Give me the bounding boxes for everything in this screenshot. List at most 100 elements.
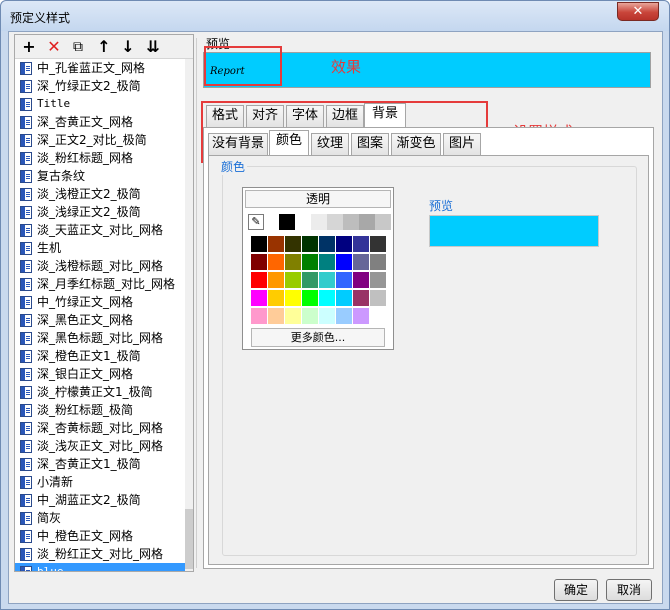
scrollbar-thumb[interactable] (185, 509, 193, 569)
add-icon[interactable]: + (19, 37, 39, 57)
import-icon[interactable]: ⇊ (143, 37, 163, 57)
color-swatch[interactable] (302, 236, 318, 252)
list-item[interactable]: 淡_浅橙标题_对比_网格 (15, 257, 185, 275)
list-item[interactable]: 淡_浅绿正文2_极简 (15, 203, 185, 221)
color-swatch[interactable] (319, 236, 335, 252)
color-swatch[interactable] (279, 214, 295, 230)
list-item[interactable]: 中_橙色正文_网格 (15, 527, 185, 545)
color-swatch[interactable] (336, 272, 352, 288)
list-item[interactable]: 复古条纹 (15, 167, 185, 185)
list-item[interactable]: Title (15, 95, 185, 113)
list-item-label: 深_黑色标题_对比_网格 (37, 331, 164, 345)
color-swatch[interactable] (359, 214, 375, 230)
subtab-texture[interactable]: 纹理 (311, 133, 349, 155)
delete-icon[interactable]: ✕ (44, 37, 64, 57)
more-colors-button[interactable]: 更多颜色... (251, 328, 385, 347)
list-item[interactable]: 深_杏黄正文_网格 (15, 113, 185, 131)
color-swatch[interactable] (268, 272, 284, 288)
color-swatch[interactable] (319, 308, 335, 324)
list-item[interactable]: 中_竹绿正文_网格 (15, 293, 185, 311)
color-swatch[interactable] (285, 254, 301, 270)
color-swatch[interactable] (336, 254, 352, 270)
color-swatch[interactable] (251, 254, 267, 270)
subtab-color[interactable]: 颜色 (269, 130, 309, 156)
list-item[interactable]: 淡_粉红标题_极简 (15, 401, 185, 419)
color-swatch[interactable] (302, 272, 318, 288)
list-item[interactable]: 淡_粉红标题_网格 (15, 149, 185, 167)
list-item[interactable]: 深_杏黄标题_对比_网格 (15, 419, 185, 437)
subtab-no-background[interactable]: 没有背景 (208, 133, 268, 155)
color-swatch[interactable] (268, 236, 284, 252)
color-swatch[interactable] (353, 236, 369, 252)
color-swatch[interactable] (370, 254, 386, 270)
color-swatch[interactable] (370, 272, 386, 288)
list-item[interactable]: 小清新 (15, 473, 185, 491)
list-item[interactable]: 淡_粉红正文_对比_网格 (15, 545, 185, 563)
transparent-button[interactable]: 透明 (245, 190, 391, 208)
color-swatch[interactable] (302, 308, 318, 324)
list-item[interactable]: 深_正文2_对比_极简 (15, 131, 185, 149)
subtab-image[interactable]: 图片 (443, 133, 481, 155)
cancel-button[interactable]: 取消 (606, 579, 652, 601)
list-item[interactable]: 深_竹绿正文2_极简 (15, 77, 185, 95)
color-swatch[interactable] (302, 290, 318, 306)
color-swatch[interactable] (268, 290, 284, 306)
copy-icon[interactable]: ⧉ (68, 37, 88, 57)
color-swatch[interactable] (251, 290, 267, 306)
color-swatch[interactable] (285, 236, 301, 252)
color-swatch[interactable] (295, 214, 311, 230)
color-swatch[interactable] (251, 308, 267, 324)
color-swatch[interactable] (353, 308, 369, 324)
list-item-label: 小清新 (37, 475, 74, 489)
color-swatch[interactable] (353, 272, 369, 288)
subtab-pattern[interactable]: 图案 (351, 133, 389, 155)
list-item[interactable]: 中_湖蓝正文2_极简 (15, 491, 185, 509)
move-down-icon[interactable]: ↓ (118, 37, 138, 57)
color-swatch[interactable] (370, 236, 386, 252)
list-item[interactable]: 深_橙色正文1_极简 (15, 347, 185, 365)
style-list-scrollbar[interactable] (185, 59, 193, 571)
color-swatch[interactable] (319, 290, 335, 306)
list-item[interactable]: 深_银白正文_网格 (15, 365, 185, 383)
color-swatch[interactable] (336, 308, 352, 324)
color-swatch[interactable] (353, 290, 369, 306)
color-swatch[interactable] (311, 214, 327, 230)
list-item[interactable]: 深_黑色标题_对比_网格 (15, 329, 185, 347)
color-swatch[interactable] (353, 254, 369, 270)
color-swatch[interactable] (251, 236, 267, 252)
color-swatch[interactable] (251, 272, 267, 288)
close-button[interactable]: ✕ (617, 2, 659, 21)
list-item[interactable]: blue (15, 563, 185, 571)
color-swatch[interactable] (319, 254, 335, 270)
panel-splitter[interactable] (196, 38, 197, 568)
color-swatch[interactable] (319, 272, 335, 288)
color-swatch[interactable] (343, 214, 359, 230)
eyedropper-icon[interactable]: ✎ (248, 214, 264, 230)
list-item[interactable]: 淡_天蓝正文_对比_网格 (15, 221, 185, 239)
color-swatch[interactable] (285, 290, 301, 306)
color-swatch[interactable] (370, 290, 386, 306)
list-item[interactable]: 深_黑色正文_网格 (15, 311, 185, 329)
list-item[interactable]: 深_月季红标题_对比_网格 (15, 275, 185, 293)
color-swatch[interactable] (336, 290, 352, 306)
subtab-gradient[interactable]: 渐变色 (391, 133, 441, 155)
color-swatch[interactable] (336, 236, 352, 252)
color-swatch[interactable] (285, 272, 301, 288)
list-item[interactable]: 生机 (15, 239, 185, 257)
color-swatch[interactable] (268, 308, 284, 324)
list-item[interactable]: 深_杏黄正文1_极简 (15, 455, 185, 473)
color-swatch[interactable] (285, 308, 301, 324)
color-swatch[interactable] (268, 254, 284, 270)
list-item[interactable]: 淡_浅橙正文2_极简 (15, 185, 185, 203)
move-up-icon[interactable]: ↑ (94, 37, 114, 57)
ok-button[interactable]: 确定 (554, 579, 598, 601)
color-swatch[interactable] (302, 254, 318, 270)
list-item-label: 深_杏黄标题_对比_网格 (37, 421, 164, 435)
list-item[interactable]: 淡_柠檬黄正文1_极简 (15, 383, 185, 401)
list-item[interactable]: 中_孔雀蓝正文_网格 (15, 59, 185, 77)
list-item[interactable]: 简灰 (15, 509, 185, 527)
color-swatch[interactable] (370, 308, 386, 324)
list-item[interactable]: 淡_浅灰正文_对比_网格 (15, 437, 185, 455)
color-swatch[interactable] (375, 214, 391, 230)
color-swatch[interactable] (327, 214, 343, 230)
